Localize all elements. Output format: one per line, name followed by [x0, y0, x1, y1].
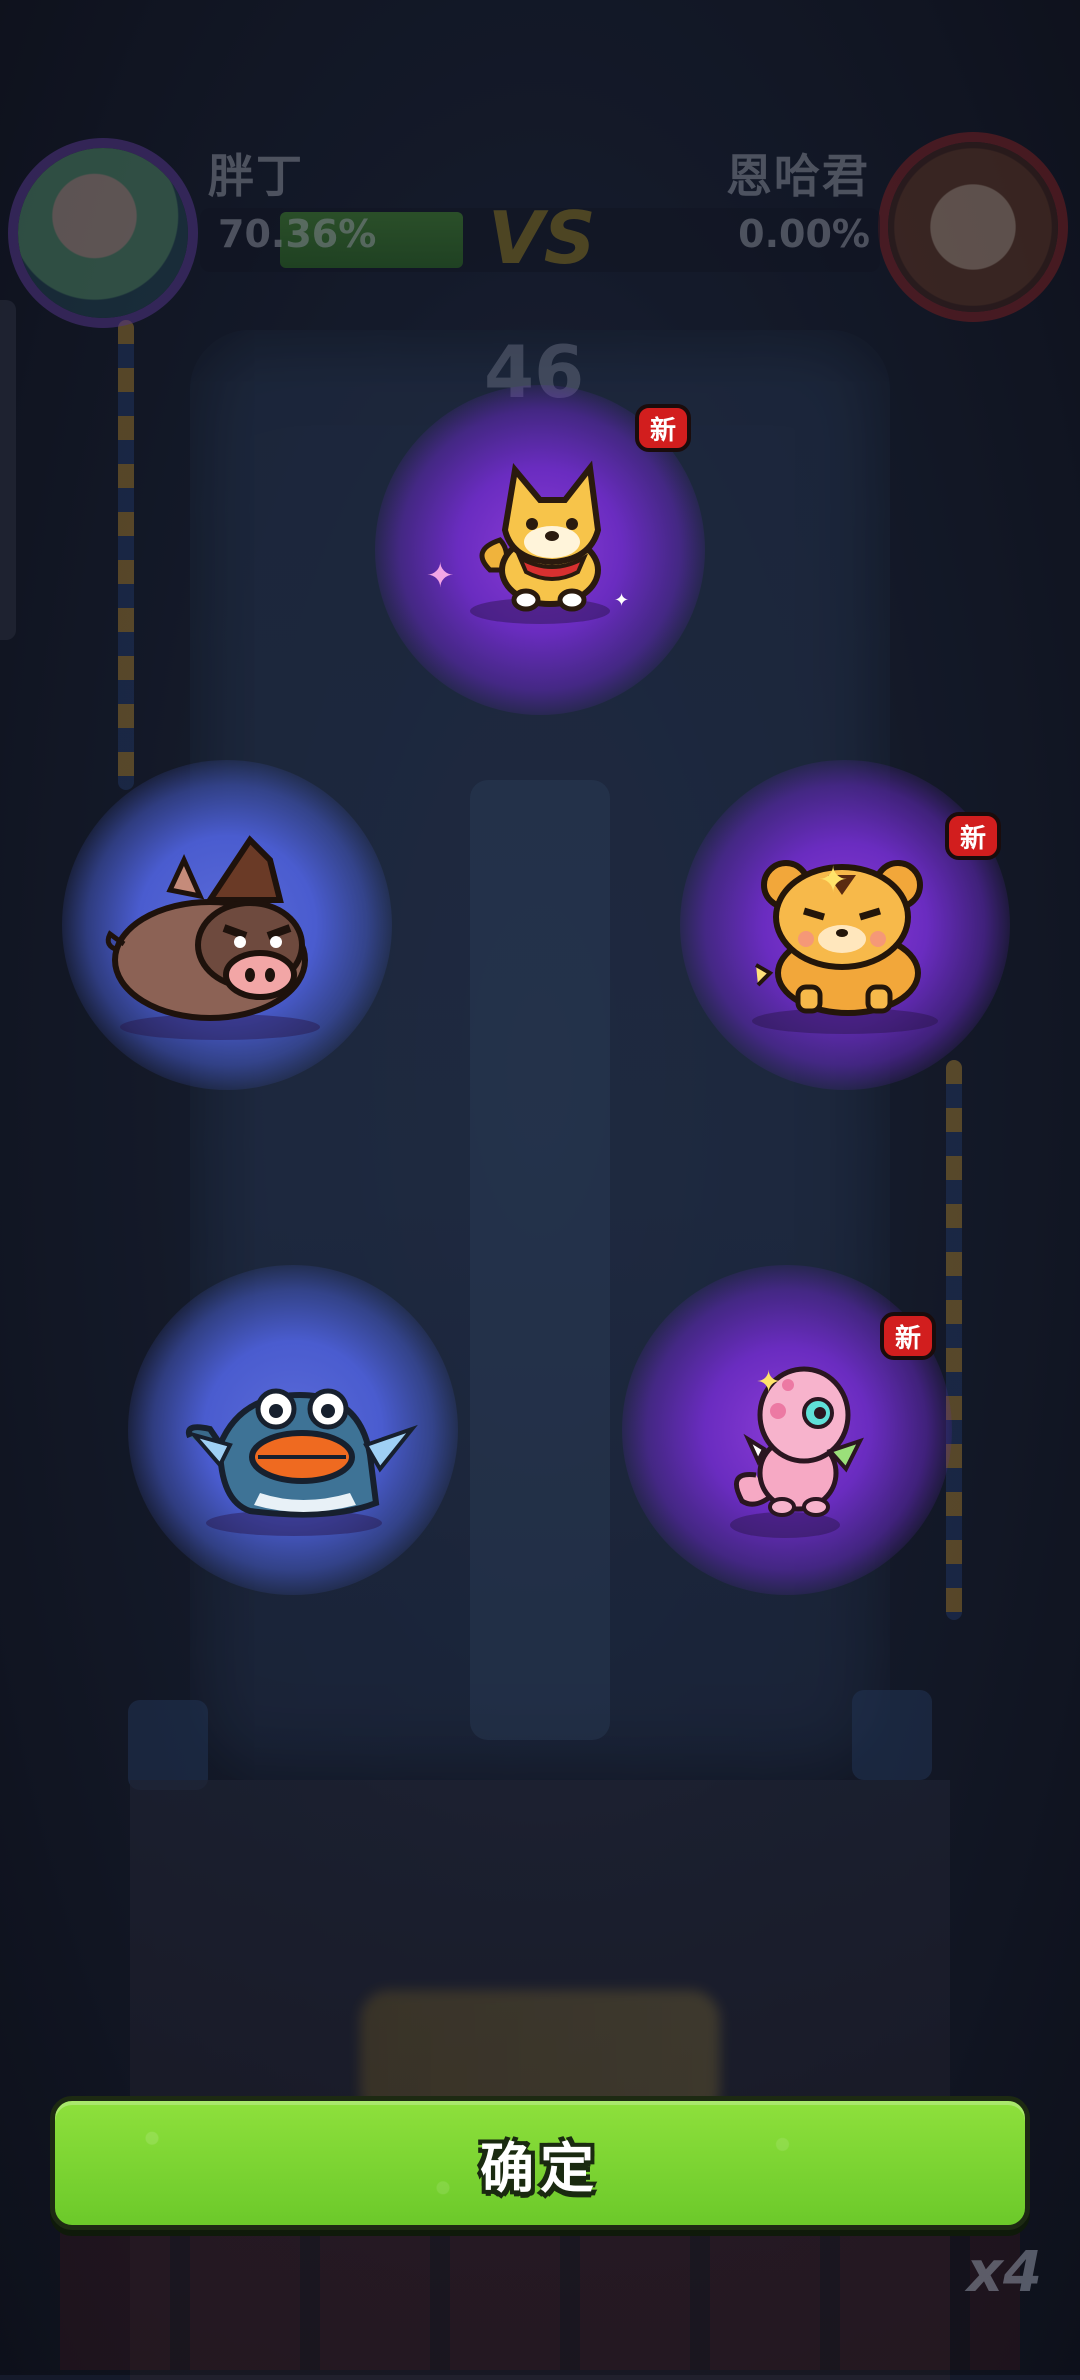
pink-lizard-pet[interactable] — [720, 1355, 870, 1525]
speed-indicator[interactable]: x4 — [967, 2240, 1042, 2305]
blue-frog-pet[interactable] — [180, 1375, 420, 1535]
sparkle-icon: ✦ — [818, 860, 849, 901]
confirm-button-label: 确定 — [480, 2136, 600, 2200]
new-badge: 新 — [635, 404, 691, 452]
sparkle-icon: ✦ — [614, 590, 630, 611]
confirm-button[interactable]: 确定 — [50, 2096, 1030, 2230]
modal-overlay — [0, 0, 1080, 2375]
boar-pet[interactable] — [100, 830, 330, 1030]
new-badge: 新 — [945, 812, 1001, 860]
shiba-dog-pet[interactable] — [460, 450, 630, 620]
sparkle-icon: ✦ — [756, 1365, 782, 1400]
sparkle-icon: ✦ — [426, 556, 455, 596]
new-badge: 新 — [880, 1312, 936, 1360]
